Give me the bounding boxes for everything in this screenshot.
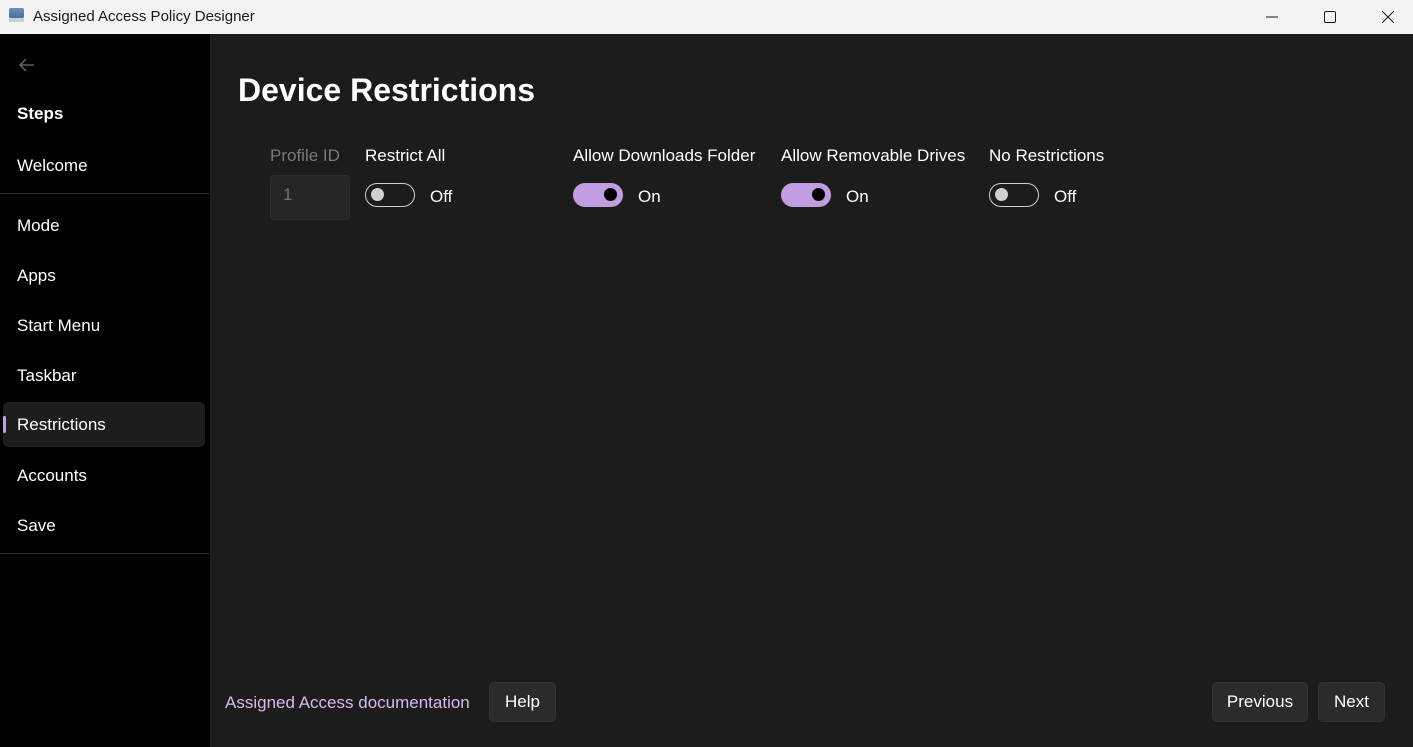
- close-icon: [1382, 11, 1394, 23]
- toggle-knob: [995, 188, 1008, 201]
- back-arrow-icon: [19, 58, 34, 72]
- app-icon: [9, 8, 24, 22]
- sidebar-divider: [0, 553, 210, 554]
- toggle-knob: [371, 188, 384, 201]
- sidebar-item-label: Taskbar: [17, 365, 77, 385]
- sidebar-item-taskbar[interactable]: Taskbar: [3, 353, 205, 398]
- next-button[interactable]: Next: [1318, 682, 1385, 722]
- toggle-knob: [604, 188, 617, 201]
- sidebar-item-welcome[interactable]: Welcome: [3, 143, 205, 188]
- sidebar-item-label: Save: [17, 515, 56, 535]
- sidebar-item-label: Apps: [17, 265, 56, 285]
- documentation-link[interactable]: Assigned Access documentation: [225, 693, 470, 713]
- toggle-knob: [812, 188, 825, 201]
- title-bar: Assigned Access Policy Designer: [0, 0, 1413, 34]
- steps-heading: Steps: [17, 104, 64, 123]
- maximize-button[interactable]: [1301, 0, 1359, 34]
- sidebar-divider: [0, 193, 210, 194]
- restrict-all-label: Restrict All: [365, 146, 446, 165]
- sidebar-item-mode[interactable]: Mode: [3, 203, 205, 248]
- allow-downloads-toggle[interactable]: [573, 183, 623, 207]
- profile-id-input[interactable]: 1: [270, 175, 350, 220]
- sidebar-item-label: Start Menu: [17, 315, 101, 335]
- profile-id-label: Profile ID: [270, 146, 340, 165]
- no-restrictions-toggle[interactable]: [989, 183, 1039, 207]
- close-button[interactable]: [1359, 0, 1413, 34]
- restrict-all-toggle[interactable]: [365, 183, 415, 207]
- sidebar-item-restrictions[interactable]: Restrictions: [3, 402, 205, 447]
- sidebar-item-save[interactable]: Save: [3, 503, 205, 548]
- sidebar-item-start-menu[interactable]: Start Menu: [3, 303, 205, 348]
- sidebar-item-label: Mode: [17, 215, 60, 235]
- sidebar-item-accounts[interactable]: Accounts: [3, 453, 205, 498]
- sidebar-item-label: Restrictions: [17, 414, 106, 434]
- allow-removable-drives-label: Allow Removable Drives: [781, 146, 966, 165]
- allow-removable-drives-state: On: [846, 187, 869, 206]
- sidebar-item-label: Accounts: [17, 465, 87, 485]
- allow-downloads-label: Allow Downloads Folder: [573, 146, 756, 165]
- allow-downloads-state: On: [638, 187, 661, 206]
- sidebar-item-label: Welcome: [17, 155, 88, 175]
- sidebar: Steps Welcome Mode Apps Start Menu Taskb…: [0, 34, 210, 747]
- allow-removable-drives-toggle[interactable]: [781, 183, 831, 207]
- main-content: Device Restrictions Profile ID 1 Restric…: [210, 34, 1413, 747]
- window-title: Assigned Access Policy Designer: [33, 8, 255, 25]
- previous-button[interactable]: Previous: [1212, 682, 1308, 722]
- maximize-icon: [1324, 11, 1336, 23]
- help-button[interactable]: Help: [489, 682, 556, 722]
- restrict-all-state: Off: [430, 187, 453, 206]
- minimize-button[interactable]: [1243, 0, 1301, 34]
- back-button[interactable]: [14, 54, 40, 76]
- minimize-icon: [1266, 16, 1278, 18]
- page-title: Device Restrictions: [238, 72, 536, 108]
- no-restrictions-state: Off: [1054, 187, 1077, 206]
- sidebar-item-apps[interactable]: Apps: [3, 253, 205, 298]
- no-restrictions-label: No Restrictions: [989, 146, 1105, 165]
